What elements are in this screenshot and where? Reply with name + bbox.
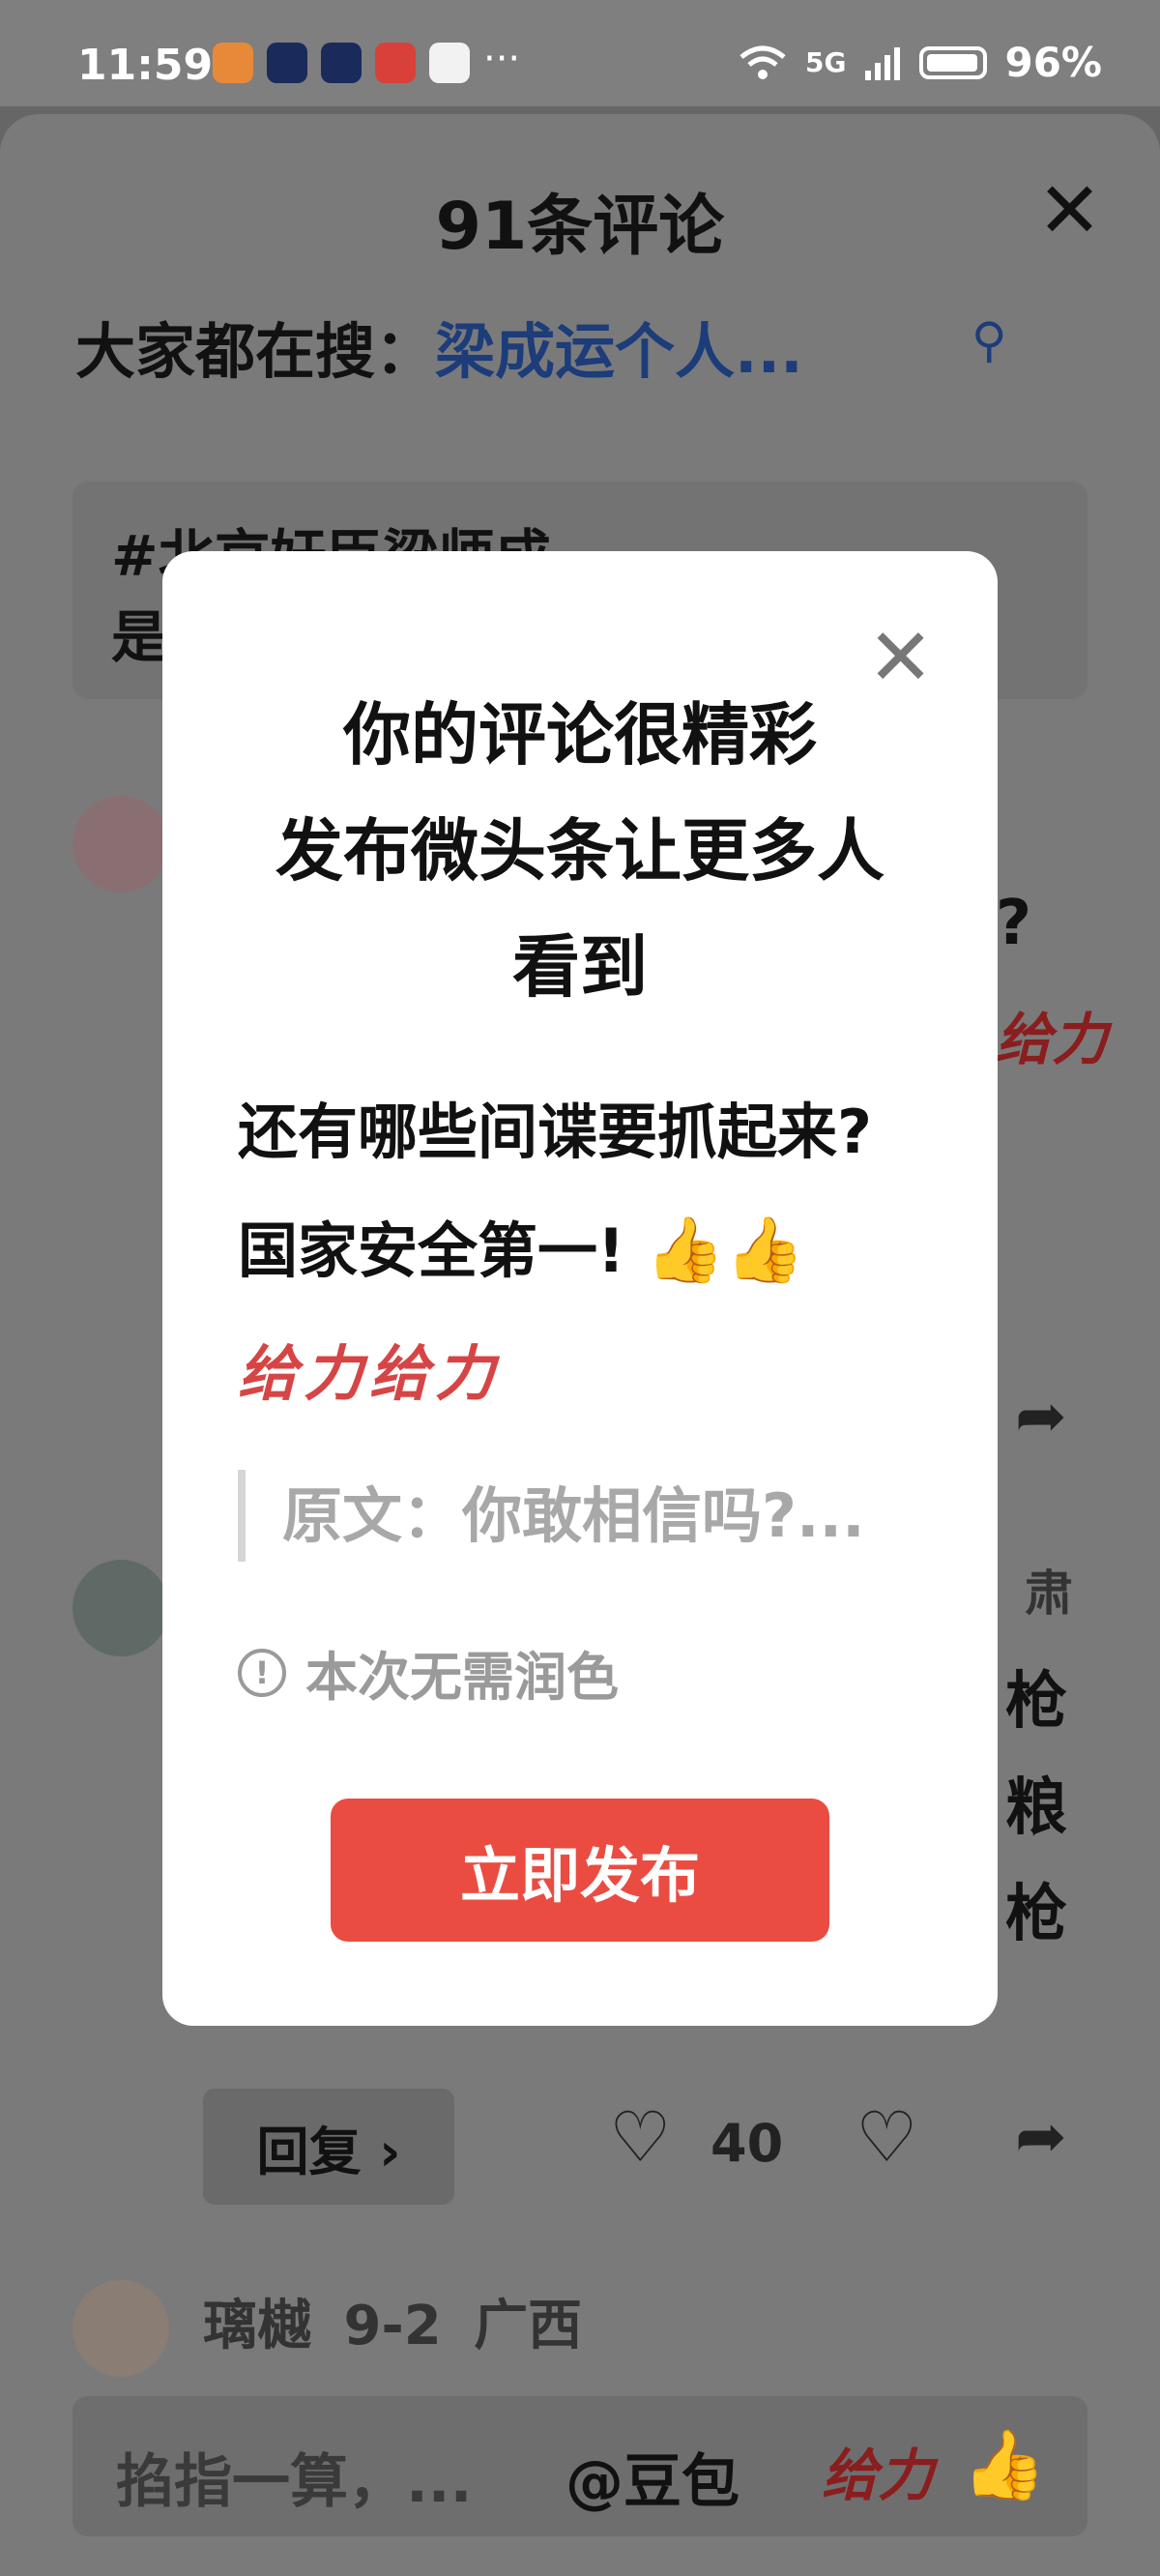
heart-app-icon: [213, 43, 253, 83]
dislike-broken-heart-icon[interactable]: ♡: [856, 2096, 918, 2178]
photo-app-icon: [429, 43, 470, 83]
comment-count-title: 91条评论: [435, 189, 725, 265]
network-type: 5G: [805, 46, 847, 78]
publish-dialog: ✕ 你的评论很精彩 发布微头条让更多人 看到 还有哪些间谍要抓起来? 国家安全第…: [162, 551, 998, 2026]
share-icon[interactable]: ➦: [1015, 2101, 1067, 2173]
avatar[interactable]: [72, 2280, 169, 2377]
video-app-icon: [375, 43, 416, 83]
mention-doubao-button[interactable]: @豆包: [566, 2435, 740, 2519]
signal-bars-icon: [865, 46, 901, 80]
search-icon[interactable]: ⚲: [972, 312, 1007, 368]
thumbs-up-icon: 👍👍: [645, 1213, 805, 1287]
news-app-icon: [321, 43, 362, 83]
status-time: 11:59: [77, 41, 214, 90]
battery-icon: [919, 45, 988, 79]
comment-location: 肃: [1025, 1566, 1073, 1622]
avatar[interactable]: [72, 1560, 169, 1656]
hot-search-row[interactable]: 大家都在搜：梁成运个人...: [75, 303, 803, 390]
more-notifications-icon: ···: [483, 37, 521, 81]
battery-percent: 96%: [1004, 39, 1102, 86]
hot-search-prefix: 大家都在搜：: [75, 316, 436, 387]
comment-text-fragment: ?: [996, 888, 1032, 959]
polish-notice: ! 本次无需润色: [238, 1634, 619, 1711]
wifi-icon: [740, 45, 786, 79]
original-quote: 原文：你敢相信吗?...: [238, 1470, 914, 1562]
status-bar: 11:59 ··· 5G 96%: [0, 0, 1160, 106]
comment-input-placeholder[interactable]: 掐指一算，...: [116, 2435, 472, 2519]
gift-sticker: 给力: [996, 1007, 1109, 1072]
like-count: 40: [710, 2113, 784, 2174]
comment-text-fragment: 粮: [1005, 1772, 1067, 1844]
like-heart-icon[interactable]: ♡: [609, 2096, 672, 2178]
publish-button[interactable]: 立即发布: [331, 1799, 829, 1942]
gift-sticker: 给力给力: [238, 1338, 502, 1409]
comment-text-fragment: 枪: [1005, 1666, 1067, 1738]
comment-text-fragment: 枪: [1005, 1879, 1067, 1950]
close-icon[interactable]: ✕: [1037, 172, 1102, 249]
info-icon: !: [238, 1648, 286, 1697]
news-app-icon: [267, 43, 307, 83]
gift-sticker-button[interactable]: 给力: [822, 2430, 934, 2511]
notification-icons: [213, 43, 470, 83]
hot-search-term[interactable]: 梁成运个人...: [435, 316, 803, 387]
reply-button[interactable]: 回复 ›: [203, 2089, 454, 2205]
commenter-meta: 璃樾 9-2 广西: [203, 2295, 583, 2357]
avatar[interactable]: [72, 796, 169, 893]
system-status: 5G 96%: [738, 39, 1102, 86]
thumbs-up-icon[interactable]: 👍: [962, 2425, 1046, 2505]
share-icon[interactable]: ➦: [1015, 1381, 1067, 1452]
comment-input-bar[interactable]: 掐指一算，... @豆包 给力 👍: [72, 2396, 1088, 2536]
dialog-title: 你的评论很精彩 发布微头条让更多人 看到: [276, 695, 884, 1007]
comment-preview: 还有哪些间谍要抓起来? 国家安全第一! 👍👍: [238, 1073, 934, 1310]
